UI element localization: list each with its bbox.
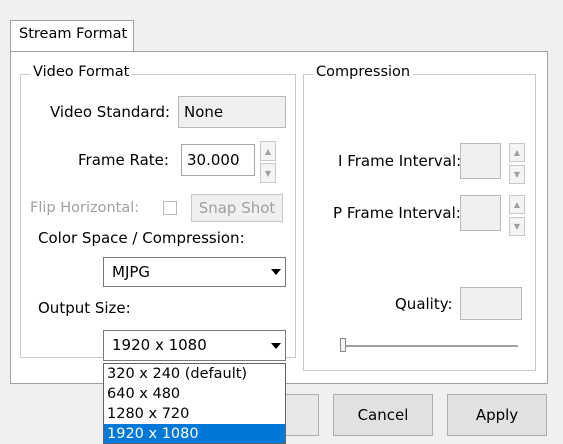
apply-button-label: Apply bbox=[475, 406, 519, 424]
compression-group bbox=[303, 74, 536, 371]
output-size-dropdown-list: 320 x 240 (default) 640 x 480 1280 x 720… bbox=[103, 363, 286, 444]
chevron-down-icon: ▼ bbox=[264, 168, 272, 178]
frame-rate-input[interactable]: 30.000 bbox=[181, 144, 255, 176]
i-frame-interval-label: I Frame Interval: bbox=[338, 152, 462, 170]
quality-field bbox=[460, 287, 522, 320]
chevron-up-icon: ▲ bbox=[264, 146, 272, 156]
output-size-value: 1920 x 1080 bbox=[112, 336, 207, 354]
apply-button[interactable]: Apply bbox=[447, 394, 547, 436]
output-size-option[interactable]: 320 x 240 (default) bbox=[104, 364, 285, 384]
frame-rate-label: Frame Rate: bbox=[78, 151, 169, 169]
output-size-option[interactable]: 1280 x 720 bbox=[104, 404, 285, 424]
color-space-value: MJPG bbox=[112, 263, 151, 281]
color-space-select[interactable]: MJPG bbox=[103, 257, 286, 287]
p-frame-up-button[interactable]: ▲ bbox=[509, 195, 525, 214]
chevron-down-icon bbox=[267, 331, 285, 360]
output-size-option-selected[interactable]: 1920 x 1080 bbox=[104, 424, 285, 443]
output-size-label: Output Size: bbox=[38, 299, 131, 317]
quality-label: Quality: bbox=[395, 295, 453, 313]
i-frame-interval-input[interactable] bbox=[460, 143, 501, 179]
flip-horizontal-label: Flip Horizontal: bbox=[30, 200, 140, 216]
video-standard-value: None bbox=[184, 103, 224, 121]
video-standard-field: None bbox=[178, 96, 286, 128]
cancel-button[interactable]: Cancel bbox=[333, 394, 433, 436]
chevron-down-icon: ▼ bbox=[513, 222, 521, 231]
output-size-select[interactable]: 1920 x 1080 bbox=[103, 330, 286, 361]
quality-slider-handle[interactable] bbox=[340, 338, 346, 352]
p-frame-interval-label: P Frame Interval: bbox=[333, 204, 461, 222]
snap-shot-label: Snap Shot bbox=[198, 199, 276, 217]
i-frame-down-button[interactable]: ▼ bbox=[509, 165, 525, 184]
p-frame-down-button[interactable]: ▼ bbox=[509, 217, 525, 236]
chevron-up-icon: ▲ bbox=[513, 148, 521, 157]
video-format-legend: Video Format bbox=[30, 64, 133, 80]
chevron-up-icon: ▲ bbox=[513, 200, 521, 209]
p-frame-interval-input[interactable] bbox=[460, 195, 501, 231]
frame-rate-down-button[interactable]: ▼ bbox=[260, 163, 276, 183]
chevron-down-icon: ▼ bbox=[513, 170, 521, 179]
tab-label: Stream Format bbox=[19, 26, 128, 42]
i-frame-up-button[interactable]: ▲ bbox=[509, 143, 525, 162]
output-size-option[interactable]: 640 x 480 bbox=[104, 384, 285, 404]
frame-rate-value: 30.000 bbox=[187, 151, 240, 169]
snap-shot-button[interactable]: Snap Shot bbox=[191, 194, 283, 222]
frame-rate-up-button[interactable]: ▲ bbox=[260, 141, 276, 161]
quality-slider-track[interactable] bbox=[340, 345, 518, 348]
color-space-label: Color Space / Compression: bbox=[38, 229, 245, 247]
compression-legend: Compression bbox=[313, 64, 414, 80]
video-standard-label: Video Standard: bbox=[50, 103, 171, 121]
flip-horizontal-checkbox[interactable] bbox=[163, 201, 177, 215]
cancel-button-label: Cancel bbox=[357, 406, 409, 424]
tab-stream-format[interactable]: Stream Format bbox=[10, 20, 134, 52]
chevron-down-icon bbox=[267, 258, 285, 286]
